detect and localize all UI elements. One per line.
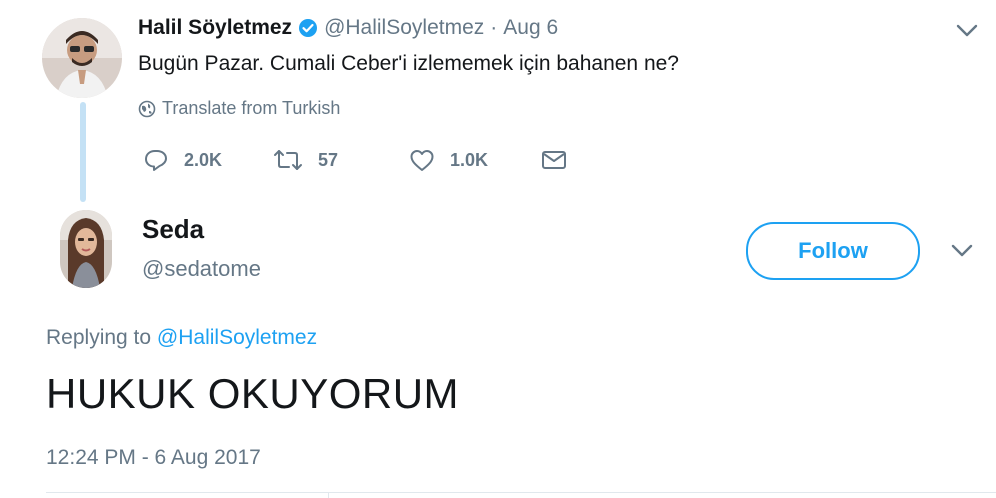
verified-badge-icon — [298, 18, 318, 38]
reply-tweet-text: HUKUK OKUYORUM — [46, 370, 460, 417]
retweet-count: 57 — [318, 149, 339, 170]
reply-bubble-icon — [142, 146, 170, 174]
globe-icon — [138, 100, 156, 118]
replying-to-handle-link[interactable]: @HalilSoyletmez — [157, 326, 317, 349]
like-action[interactable]: 1.0K — [408, 146, 488, 174]
original-tweet-menu-chevron-icon[interactable] — [956, 24, 978, 43]
follow-button[interactable]: Follow — [746, 222, 920, 280]
bottom-divider-tick — [328, 492, 329, 498]
retweet-icon — [272, 146, 304, 174]
translate-link[interactable]: Translate from Turkish — [138, 98, 340, 119]
reply-action[interactable]: 2.0K — [142, 146, 222, 174]
original-tweet-header: Halil Söyletmez @HalilSoyletmez · Aug 6 — [138, 16, 558, 40]
original-author-name[interactable]: Halil Söyletmez — [138, 16, 292, 40]
original-author-handle[interactable]: @HalilSoyletmez — [324, 16, 484, 40]
reply-author-avatar[interactable] — [60, 210, 112, 288]
reply-timestamp[interactable]: 12:24 PM - 6 Aug 2017 — [46, 446, 261, 470]
original-tweet-text: Bugün Pazar. Cumali Ceber'i izlememek iç… — [138, 52, 679, 75]
replying-to-line: Replying to @HalilSoyletmez — [46, 326, 317, 350]
heart-icon — [408, 146, 436, 174]
translate-label: Translate from Turkish — [162, 98, 341, 118]
original-author-avatar[interactable] — [42, 18, 122, 98]
reply-count: 2.0K — [184, 149, 223, 170]
reply-tweet-menu-chevron-icon[interactable] — [951, 244, 973, 263]
like-count: 1.0K — [450, 149, 489, 170]
reply-author-name[interactable]: Seda — [142, 214, 204, 245]
retweet-action[interactable]: 57 — [272, 146, 338, 174]
header-separator: · — [490, 16, 498, 39]
original-tweet-date[interactable]: Aug 6 — [503, 16, 558, 40]
bottom-divider — [46, 492, 996, 493]
replying-to-prefix: Replying to — [46, 326, 157, 349]
direct-message-action[interactable] — [540, 146, 568, 174]
thread-connector-line — [80, 102, 86, 202]
envelope-icon — [540, 146, 568, 174]
reply-author-handle[interactable]: @sedatome — [142, 256, 261, 282]
